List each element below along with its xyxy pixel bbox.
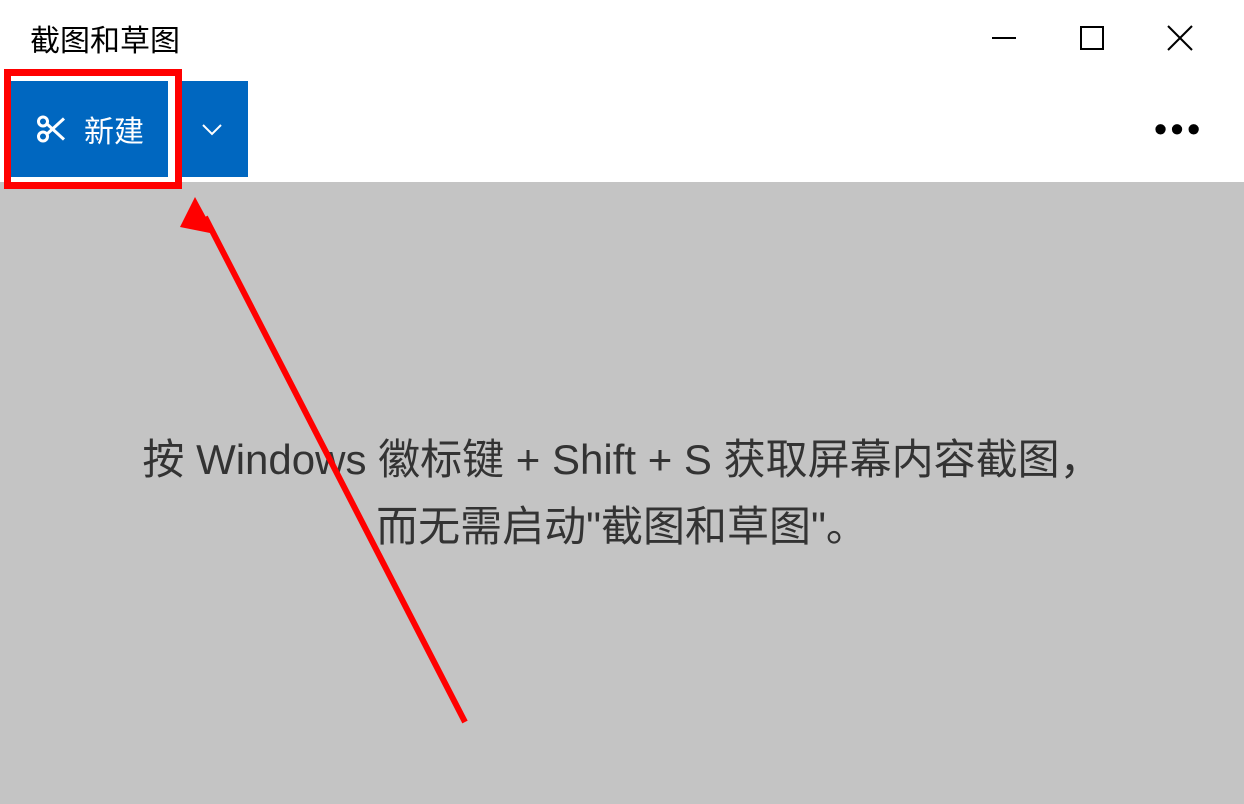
instruction-text: 按 Windows 徽标键 + Shift + S 获取屏幕内容截图， 而无需启… [142,426,1101,560]
title-bar: 截图和草图 [0,0,1244,75]
maximize-button[interactable] [1068,14,1116,62]
window-controls [980,14,1244,62]
toolbar: 新建 ••• [0,75,1244,182]
minimize-icon [990,24,1018,52]
more-icon: ••• [1154,108,1204,149]
scissors-icon [34,111,70,147]
content-area: 按 Windows 徽标键 + Shift + S 获取屏幕内容截图， 而无需启… [0,182,1244,804]
new-button-label: 新建 [84,107,144,151]
chevron-down-icon [198,115,226,143]
new-snip-button[interactable]: 新建 [10,81,168,177]
new-snip-dropdown[interactable] [176,81,248,177]
more-options-button[interactable]: ••• [1144,98,1214,160]
close-icon [1165,23,1195,53]
minimize-button[interactable] [980,14,1028,62]
toolbar-left: 新建 [10,81,248,177]
close-button[interactable] [1156,14,1204,62]
instruction-line-1: 按 Windows 徽标键 + Shift + S 获取屏幕内容截图， [142,426,1101,493]
window-title: 截图和草图 [30,16,180,60]
maximize-icon [1079,25,1105,51]
instruction-line-2: 而无需启动"截图和草图"。 [142,493,1101,560]
